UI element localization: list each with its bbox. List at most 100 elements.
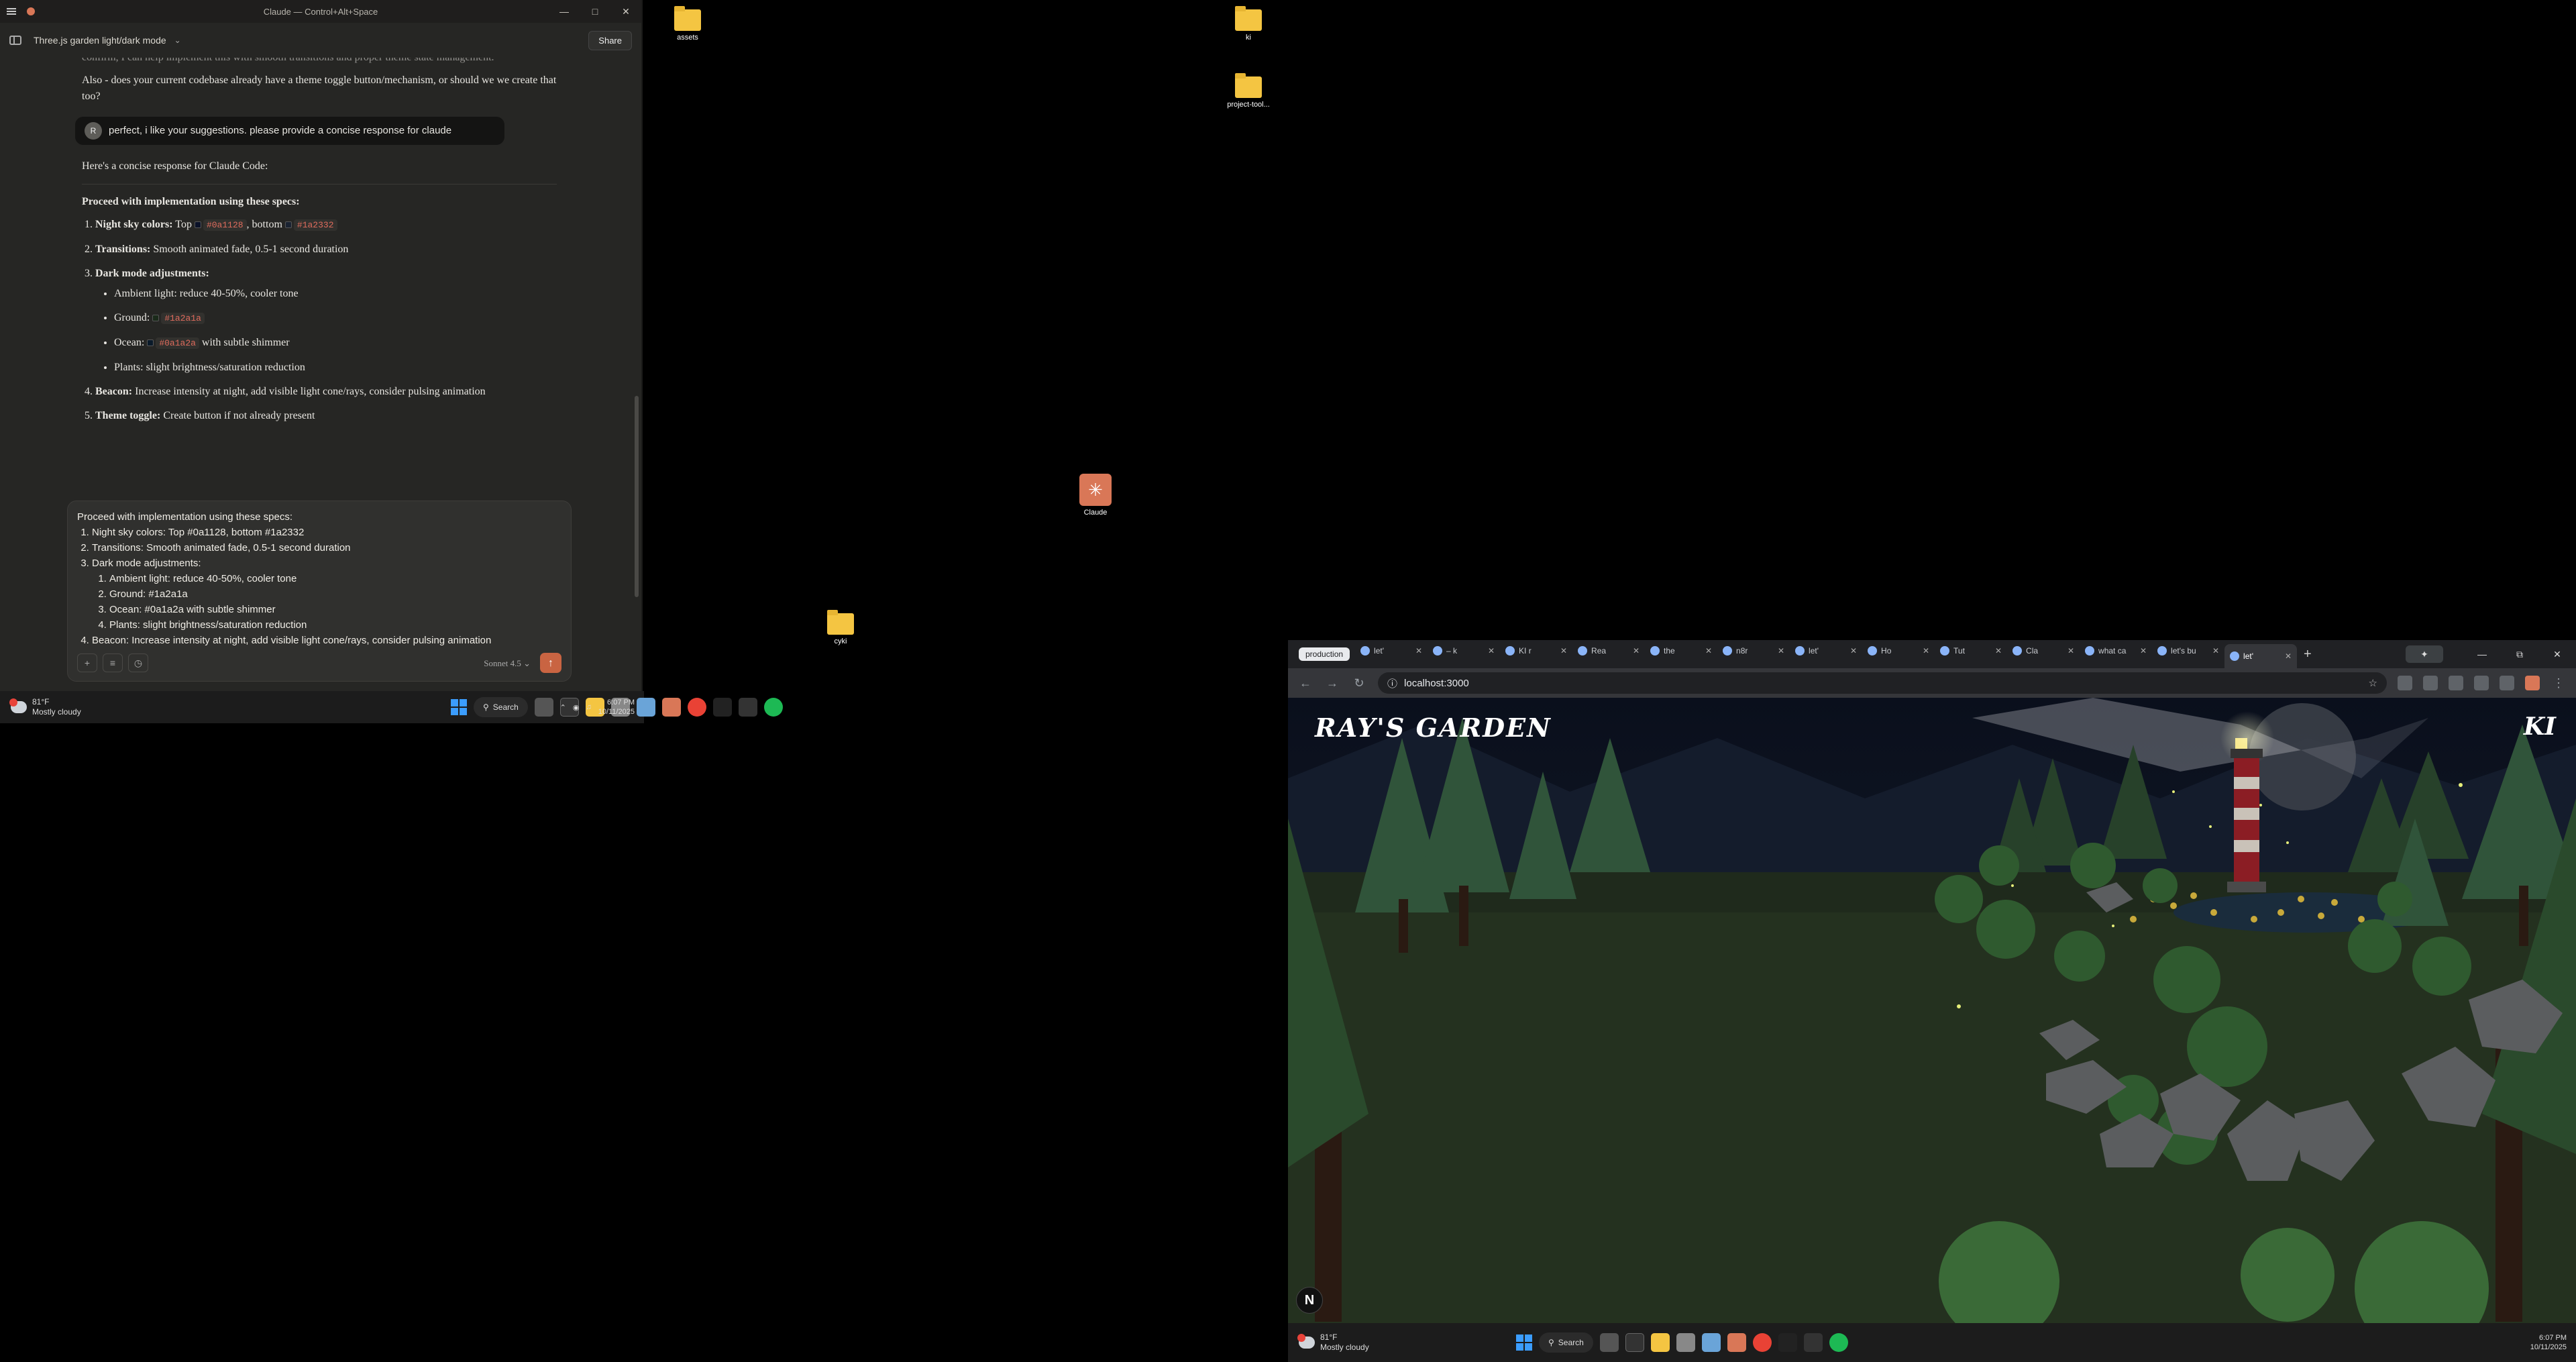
browser-tab[interactable]: let' ✕ bbox=[1790, 640, 1862, 662]
task-view-icon[interactable] bbox=[1599, 1333, 1619, 1352]
chevron-up-icon[interactable]: ⌃ bbox=[560, 703, 566, 712]
share-button[interactable]: Share bbox=[588, 31, 632, 50]
menu-icon[interactable] bbox=[7, 8, 16, 15]
close-tab-icon[interactable]: ✕ bbox=[2068, 646, 2074, 656]
back-icon[interactable]: ← bbox=[1297, 676, 1313, 690]
minimize-button[interactable]: — bbox=[549, 0, 580, 23]
close-button[interactable]: ✕ bbox=[2538, 649, 2576, 660]
close-tab-icon[interactable]: ✕ bbox=[1778, 646, 1784, 656]
volume-icon[interactable]: ♫ bbox=[586, 703, 592, 711]
scene-canvas[interactable] bbox=[1288, 698, 2576, 1323]
clock[interactable]: 6:07 PM 10/11/2025 bbox=[2530, 1333, 2567, 1352]
desktop-folder-ki[interactable]: ki bbox=[1218, 6, 1279, 42]
claude-taskbar-icon[interactable] bbox=[661, 698, 681, 717]
close-tab-icon[interactable]: ✕ bbox=[1923, 646, 1929, 656]
media-icon[interactable] bbox=[2500, 676, 2514, 690]
close-tab-icon[interactable]: ✕ bbox=[1415, 646, 1422, 656]
maximize-button[interactable]: ⧉ bbox=[2501, 649, 2538, 660]
app-icon[interactable] bbox=[712, 698, 732, 717]
search-button[interactable]: ⚲ Search bbox=[474, 697, 528, 717]
app-icon[interactable] bbox=[1778, 1333, 1797, 1352]
link-icon[interactable] bbox=[2474, 676, 2489, 690]
new-tab-button[interactable]: + bbox=[2304, 647, 2312, 662]
send-button[interactable]: ↑ bbox=[540, 653, 561, 673]
settings-icon[interactable]: ≡ bbox=[103, 653, 123, 672]
forward-icon[interactable]: → bbox=[1324, 676, 1340, 690]
camera-icon[interactable] bbox=[636, 698, 655, 717]
sidebar-toggle-icon[interactable] bbox=[9, 36, 21, 45]
translate-icon[interactable] bbox=[2423, 676, 2438, 690]
terminal-icon[interactable] bbox=[1803, 1333, 1823, 1352]
reload-icon[interactable]: ↻ bbox=[1351, 676, 1367, 690]
wifi-icon[interactable]: ◉ bbox=[573, 703, 580, 712]
tab-group-label[interactable]: production bbox=[1299, 647, 1350, 661]
composer-toolbar: + ≡ ◷ Sonnet 4.5 ⌄ ↑ bbox=[77, 653, 561, 673]
close-tab-icon[interactable]: ✕ bbox=[1995, 646, 2002, 656]
browser-tab[interactable]: Tut ✕ bbox=[1935, 640, 2007, 662]
file-explorer-icon[interactable] bbox=[1650, 1333, 1670, 1352]
maximize-button[interactable]: □ bbox=[580, 0, 610, 23]
bookmark-star-icon[interactable]: ☆ bbox=[2369, 677, 2377, 689]
chevron-down-icon[interactable]: ⌄ bbox=[174, 36, 181, 45]
browser-tab[interactable]: let' ✕ bbox=[1355, 640, 1428, 662]
desktop-folder-assets[interactable]: assets bbox=[657, 6, 718, 42]
clock-icon[interactable]: ◷ bbox=[128, 653, 148, 672]
list-item: Ambient light: reduce 40-50%, cooler ton… bbox=[109, 571, 561, 586]
terminal-icon[interactable] bbox=[738, 698, 757, 717]
chrome-icon[interactable] bbox=[687, 698, 706, 717]
app-icon[interactable] bbox=[1676, 1333, 1695, 1352]
conversation-title[interactable]: Three.js garden light/dark mode bbox=[34, 35, 166, 46]
close-tab-icon[interactable]: ✕ bbox=[1488, 646, 1495, 656]
browser-tab[interactable]: n8r ✕ bbox=[1717, 640, 1790, 662]
search-button[interactable]: ⚲ Search bbox=[1539, 1332, 1593, 1353]
browser-tab[interactable]: Rea ✕ bbox=[1572, 640, 1645, 662]
minimize-button[interactable]: — bbox=[2463, 649, 2501, 660]
browser-tab[interactable]: let's bu ✕ bbox=[2152, 640, 2224, 662]
desktop-shortcut-claude[interactable]: ✳ Claude bbox=[1065, 474, 1126, 517]
address-bar[interactable]: ⓘ localhost:3000 ☆ bbox=[1378, 672, 2387, 694]
site-info-icon[interactable]: ⓘ bbox=[1387, 676, 1397, 690]
weather-widget[interactable]: 81°F Mostly cloudy bbox=[1288, 1332, 1369, 1353]
weather-widget[interactable]: 81°F Mostly cloudy bbox=[0, 697, 81, 717]
close-tab-icon[interactable]: ✕ bbox=[1705, 646, 1712, 656]
close-tab-icon[interactable]: ✕ bbox=[2285, 651, 2292, 661]
sidepanel-icon[interactable] bbox=[2449, 676, 2463, 690]
desktop-folder-cyki[interactable]: cyki bbox=[810, 610, 871, 645]
windows-start-icon[interactable] bbox=[451, 699, 467, 715]
terminal-icon[interactable] bbox=[1625, 1333, 1644, 1352]
browser-tab[interactable]: let' ✕ bbox=[2224, 644, 2298, 668]
close-tab-icon[interactable]: ✕ bbox=[1633, 646, 1640, 656]
close-tab-icon[interactable]: ✕ bbox=[1850, 646, 1857, 656]
chrome-icon[interactable] bbox=[1752, 1333, 1772, 1352]
browser-tab[interactable]: KI r ✕ bbox=[1500, 640, 1572, 662]
browser-tab[interactable]: – k ✕ bbox=[1428, 640, 1500, 662]
windows-start-icon[interactable] bbox=[1516, 1334, 1532, 1351]
camera-icon[interactable] bbox=[1701, 1333, 1721, 1352]
model-selector[interactable]: Sonnet 4.5 ⌄ bbox=[484, 656, 531, 671]
desktop-folder-project-tool[interactable]: project-tool... bbox=[1218, 73, 1279, 109]
scrollbar[interactable] bbox=[635, 396, 639, 597]
browser-tab[interactable]: the ✕ bbox=[1645, 640, 1717, 662]
browser-tab[interactable]: Cla ✕ bbox=[2007, 640, 2080, 662]
close-tab-icon[interactable]: ✕ bbox=[1560, 646, 1567, 656]
spotify-icon[interactable] bbox=[763, 698, 783, 717]
profile-icon[interactable] bbox=[2525, 676, 2540, 690]
close-tab-icon[interactable]: ✕ bbox=[2212, 646, 2219, 656]
extension-icon[interactable] bbox=[2398, 676, 2412, 690]
garden-scene[interactable]: RAY'S GARDEN KI N bbox=[1288, 698, 2576, 1323]
task-view-icon[interactable] bbox=[534, 698, 553, 717]
site-logo[interactable]: KI bbox=[2524, 713, 2556, 741]
add-attachment-button[interactable]: + bbox=[77, 653, 97, 672]
list-item: Night sky colors: Top #0a1128, bottom #1… bbox=[92, 525, 561, 540]
close-button[interactable]: ✕ bbox=[610, 0, 641, 23]
clock[interactable]: 6:07 PM 10/11/2025 bbox=[598, 698, 635, 717]
gemini-icon[interactable]: ✦ bbox=[2406, 645, 2443, 663]
message-composer[interactable]: Proceed with implementation using these … bbox=[67, 501, 572, 682]
claude-taskbar-icon[interactable] bbox=[1727, 1333, 1746, 1352]
spotify-icon[interactable] bbox=[1829, 1333, 1848, 1352]
browser-tab[interactable]: Ho ✕ bbox=[1862, 640, 1935, 662]
browser-tab[interactable]: what ca ✕ bbox=[2080, 640, 2152, 662]
more-menu-icon[interactable]: ⋮ bbox=[2551, 676, 2567, 690]
nextjs-badge[interactable]: N bbox=[1296, 1287, 1323, 1314]
close-tab-icon[interactable]: ✕ bbox=[2140, 646, 2147, 656]
